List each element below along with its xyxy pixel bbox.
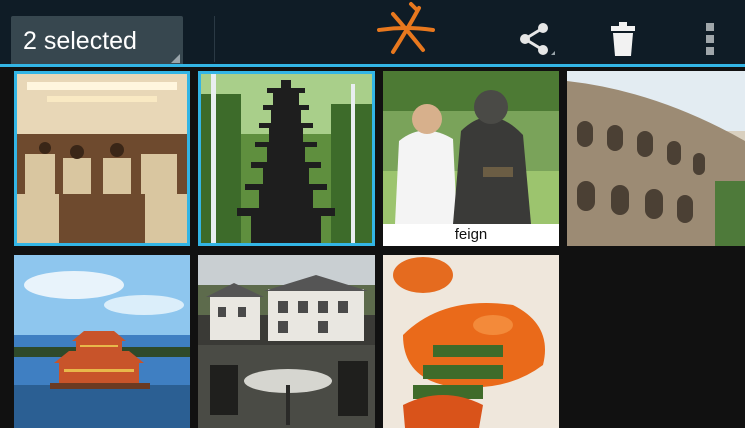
photo-lake-palace[interactable]	[14, 255, 190, 428]
delete-button[interactable]	[600, 16, 646, 62]
selection-count-label: 2 selected	[23, 27, 137, 55]
photo-food-dish[interactable]	[383, 255, 559, 428]
food-dish-image	[383, 255, 559, 428]
trash-icon	[611, 22, 635, 56]
share-button[interactable]	[508, 16, 562, 62]
overflow-menu-button[interactable]	[690, 16, 730, 62]
colosseum-image	[567, 71, 745, 246]
lake-palace-image	[14, 255, 190, 428]
train-interior-image	[17, 74, 187, 243]
village-terrace-image	[198, 255, 375, 428]
dropdown-indicator-icon	[171, 54, 180, 63]
photo-colosseum[interactable]	[567, 71, 745, 246]
action-bar: 2 selected	[0, 0, 745, 67]
pagoda-image	[201, 74, 372, 243]
share-icon	[520, 23, 555, 55]
photo-statue[interactable]: feign	[383, 71, 559, 246]
statue-photo-image	[383, 71, 559, 224]
photo-caption: feign	[383, 224, 559, 246]
photo-grid: feign	[0, 67, 745, 428]
watermark-logo-icon	[377, 2, 435, 54]
photo-village-terrace[interactable]	[198, 255, 375, 428]
photo-pagoda[interactable]	[198, 71, 375, 246]
selection-count-dropdown[interactable]: 2 selected	[11, 16, 183, 66]
action-bar-divider	[214, 16, 215, 62]
overflow-menu-icon	[706, 23, 714, 55]
photo-train-interior[interactable]	[14, 71, 190, 246]
